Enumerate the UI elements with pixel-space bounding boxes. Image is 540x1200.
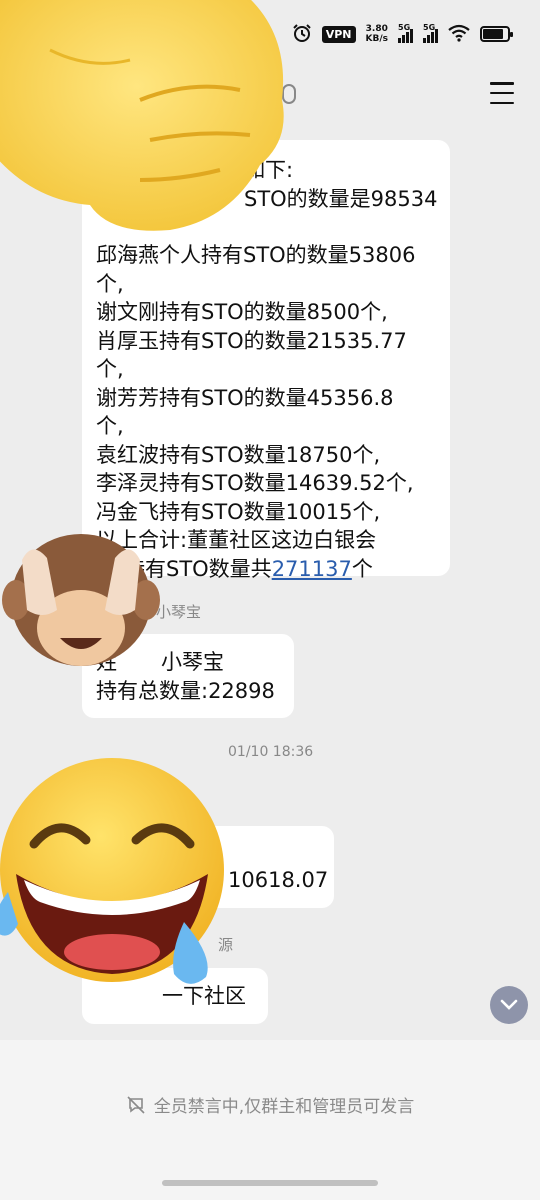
status-icons: VPN 3.80 KB/s 5G 5G: [292, 22, 513, 46]
bubble-line: 谢芳芳持有STO的数量45356.8: [96, 385, 394, 410]
bubble-line: 邱海燕个人持有STO的数量53806: [96, 243, 416, 267]
fist-emoji-icon: [0, 0, 310, 240]
bubble-line: 肖厚玉持有STO的数量21535.77: [96, 328, 407, 353]
see-no-evil-monkey-icon: [2, 520, 160, 674]
bubble-line: 谢文刚持有STO的数量8500个,: [96, 300, 388, 324]
input-area-muted: 全员禁言中,仅群主和管理员可发言: [0, 1040, 540, 1200]
bubble-line: 李泽灵持有STO数量14639.52个,: [96, 471, 414, 495]
sender-name: 小琴宝: [156, 603, 202, 621]
muted-notice: 全员禁言中,仅群主和管理员可发言: [0, 1092, 540, 1117]
mute-icon: [127, 1095, 145, 1114]
bubble-line: 个,: [96, 357, 124, 381]
signal-icon-sim1: 5G: [398, 23, 413, 43]
home-indicator[interactable]: [162, 1180, 378, 1186]
menu-icon: [490, 82, 514, 85]
scroll-down-button[interactable]: [490, 986, 528, 1024]
wifi-icon: [448, 24, 470, 45]
total-link[interactable]: 271137: [272, 557, 352, 581]
signal-icon-sim2: 5G: [423, 23, 438, 43]
bubble-line: 个,: [96, 271, 124, 296]
vpn-badge: VPN: [321, 25, 356, 43]
bubble-line: 持有总数量:22898: [96, 678, 275, 703]
chevron-down-icon: [500, 999, 518, 1010]
bubble-line: 袁红波持有STO数量18750个,: [96, 442, 381, 467]
bubble-line: 10618.07: [228, 868, 329, 892]
bubble-line: 个,: [96, 414, 124, 438]
network-speed: 3.80 KB/s: [365, 24, 388, 44]
tears-of-joy-emoji-icon: [0, 752, 230, 988]
message-timestamp: 01/10 18:36: [228, 744, 314, 760]
battery-icon: [480, 26, 513, 42]
menu-button[interactable]: [490, 82, 514, 104]
